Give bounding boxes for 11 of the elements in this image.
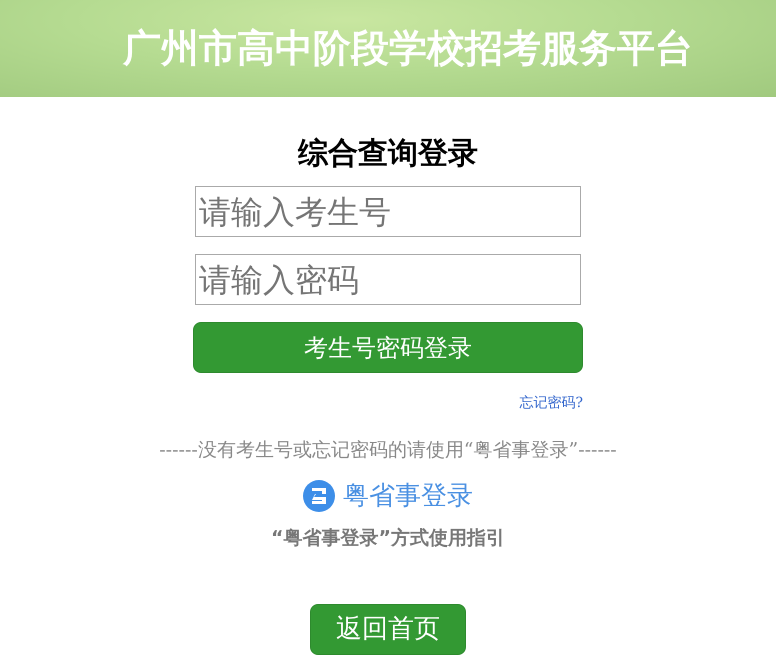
login-button[interactable]: 考生号密码登录 <box>193 322 583 373</box>
login-title: 综合查询登录 <box>298 135 478 173</box>
notice-text: ------没有考生号或忘记密码的请使用“粤省事登录”------ <box>159 438 617 463</box>
forgot-password-link[interactable]: 忘记密码? <box>519 395 583 411</box>
app-logo-icon <box>303 480 335 512</box>
site-title: 广州市高中阶段学校招考服务平台 <box>123 25 693 72</box>
guide-link[interactable]: “粤省事登录”方式使用指引 <box>271 524 505 552</box>
home-button[interactable]: 返回首页 <box>310 604 466 655</box>
student-id-field[interactable]: 请输入考生号 <box>195 186 581 237</box>
alt-login-link[interactable]: 粤省事登录 <box>303 476 473 516</box>
password-field[interactable]: 请输入密码 <box>195 254 581 305</box>
